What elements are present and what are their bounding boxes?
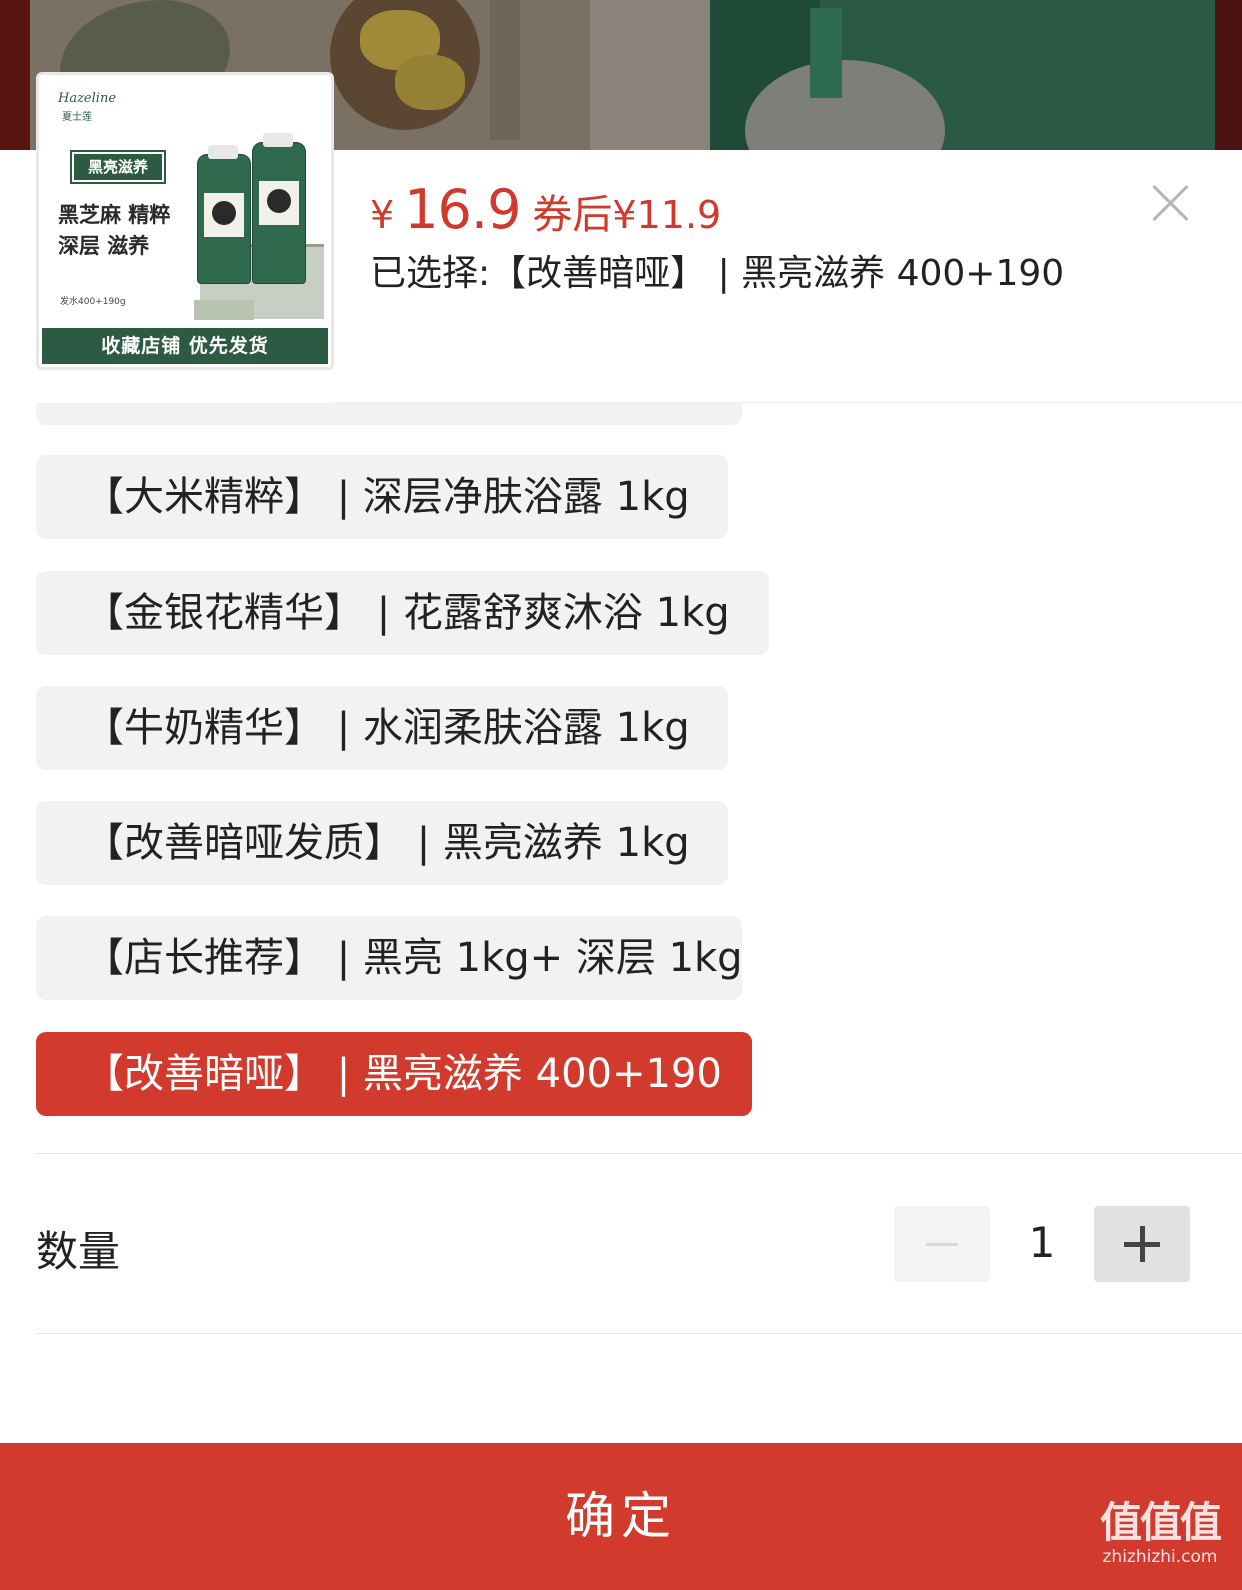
option-honeysuckle[interactable]: 【金银花精华】 | 花露舒爽沐浴 1kg xyxy=(36,571,769,655)
confirm-button[interactable]: 确定 xyxy=(0,1443,1242,1590)
quantity-value[interactable]: 1 xyxy=(990,1218,1094,1267)
thumbnail-title-line2: 深层 滋养 xyxy=(58,234,150,258)
price-value: 16.9 xyxy=(404,178,521,241)
option-partial-hidden[interactable] xyxy=(36,403,742,425)
quantity-divider xyxy=(36,1333,1242,1334)
plus-icon[interactable] xyxy=(1094,1206,1190,1282)
currency-symbol: ¥ xyxy=(370,193,395,237)
shampoo-bottle-image xyxy=(197,145,251,284)
thumbnail-tag: 黑亮滋养 xyxy=(70,150,166,184)
option-milk-essence[interactable]: 【牛奶精华】 | 水润柔肤浴露 1kg xyxy=(36,686,728,770)
product-box-image-2 xyxy=(194,300,254,320)
product-thumbnail[interactable]: Hazeline 夏士莲 黑亮滋养 黑芝麻 精粹 深层 滋养 发水400+190… xyxy=(36,72,334,370)
close-icon[interactable] xyxy=(1150,182,1192,224)
option-store-recommend[interactable]: 【店长推荐】 | 黑亮 1kg+ 深层 1kg xyxy=(36,916,743,1000)
options-divider xyxy=(36,1153,1242,1154)
option-improve-dull-selected[interactable]: 【改善暗哑】 | 黑亮滋养 400+190 xyxy=(36,1032,752,1116)
quantity-label: 数量 xyxy=(36,1227,121,1276)
watermark-logo: 值值值 xyxy=(1099,1498,1222,1547)
option-improve-dull-hair[interactable]: 【改善暗哑发质】 | 黑亮滋养 1kg xyxy=(36,801,728,885)
selected-variant-text: 已选择:【改善暗哑】 | 黑亮滋养 400+190 xyxy=(370,253,1065,294)
watermark: 值值值 zhizhizhi.com xyxy=(1090,1500,1230,1568)
minus-icon[interactable] xyxy=(894,1206,990,1282)
conditioner-bottle-image xyxy=(252,133,306,284)
price-row: ¥16.9 券后¥11.9 xyxy=(370,178,721,241)
thumbnail-title: 黑芝麻 精粹 深层 滋养 xyxy=(58,200,198,262)
coupon-price: ¥11.9 xyxy=(612,193,722,237)
coupon-label: 券后 xyxy=(532,192,613,238)
brand-logo: Hazeline xyxy=(58,91,117,106)
brand-logo-cn: 夏士莲 xyxy=(62,112,92,123)
option-rice-essence[interactable]: 【大米精粹】 | 深层净肤浴露 1kg xyxy=(36,455,728,539)
watermark-domain: zhizhizhi.com xyxy=(1102,1547,1218,1567)
thumbnail-spec: 发水400+190g xyxy=(60,297,126,307)
thumbnail-title-line1: 黑芝麻 精粹 xyxy=(58,203,171,227)
thumbnail-footer: 收藏店铺 优先发货 xyxy=(42,328,328,364)
